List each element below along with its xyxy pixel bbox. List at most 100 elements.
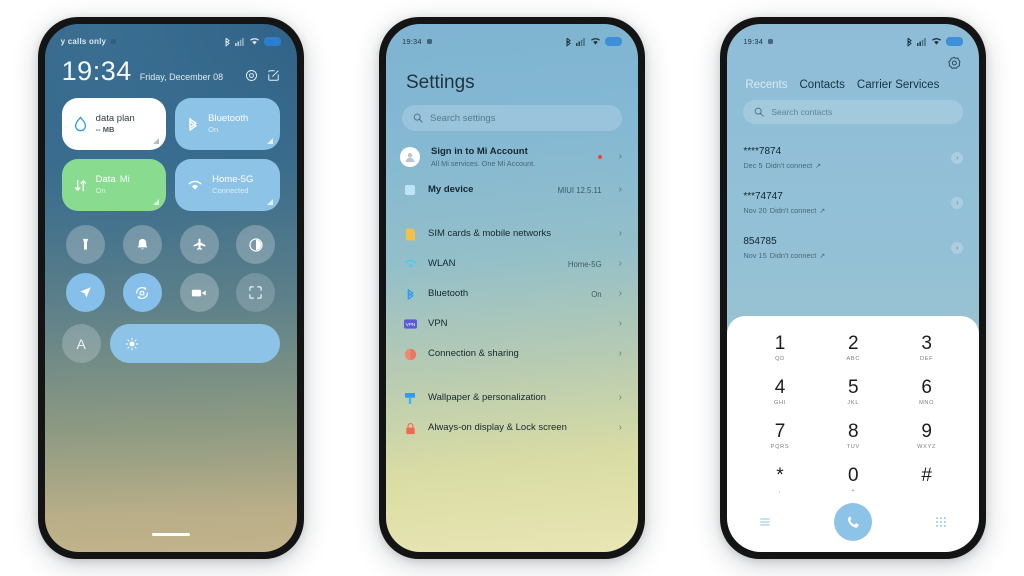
phone3-screen: 19:34 Recents Contacts Carrier Services … <box>727 24 980 552</box>
tile-data-plan[interactable]: data plan -- MB <box>61 98 167 150</box>
phone2-status-bar: 19:34 <box>386 24 638 50</box>
search-contacts-input[interactable]: Search contacts <box>743 100 964 124</box>
dialpad-key-1[interactable]: 1 QD <box>743 329 816 367</box>
connection-sharing-icon <box>404 348 417 361</box>
toggle-location[interactable] <box>66 273 106 312</box>
call-status: Didn't connect <box>765 161 813 170</box>
call-log-row[interactable]: ****7874 Dec 5 Didn't connect ↗ › <box>743 136 964 181</box>
dialpad-key-4[interactable]: 4 GHI <box>743 373 816 411</box>
signal-icon <box>917 38 927 46</box>
call-log-row[interactable]: ***74747 Nov 20 Didn't connect ↗ › <box>743 181 964 226</box>
key-digit: 1 <box>774 332 786 354</box>
key-letters: , <box>778 487 782 494</box>
battery-icon <box>946 37 964 46</box>
settings-row-wallpaper[interactable]: Wallpaper & personalization › <box>386 383 638 413</box>
dialer-tabs: Recents Contacts Carrier Services <box>727 70 979 91</box>
key-digit: 2 <box>848 332 859 354</box>
tile-mobile-data[interactable]: Data Mi On <box>61 159 167 211</box>
key-digit: 4 <box>774 376 786 398</box>
dialpad-key-5[interactable]: 5 JKL <box>817 373 890 411</box>
toggle-ringtone[interactable] <box>122 225 162 264</box>
tile-expand-corner[interactable] <box>153 199 160 205</box>
tile-expand-corner[interactable] <box>153 138 160 144</box>
chevron-right-icon: › <box>618 348 622 360</box>
ringtone-bell-icon <box>137 238 148 250</box>
status-indicator-dot <box>768 39 774 44</box>
status-time: 19:34 <box>743 37 764 46</box>
key-letters: ABC <box>846 355 861 362</box>
settings-gear-icon[interactable] <box>947 56 961 70</box>
outgoing-call-arrow-icon: ↗ <box>815 162 822 170</box>
screen-recorder-icon <box>191 289 206 296</box>
dialpad-key-7[interactable]: 7 PQRS <box>743 417 816 455</box>
toggle-airplane-mode[interactable] <box>179 225 219 264</box>
toggle-dark-mode[interactable] <box>236 225 276 264</box>
settings-row-mi-account[interactable]: Sign in to Mi Account All Mi services. O… <box>386 139 638 175</box>
tile-title-secondary: Mi <box>119 175 130 186</box>
carrier-label: y calls only <box>60 37 107 46</box>
tile-expand-corner[interactable] <box>266 138 273 144</box>
location-icon <box>80 287 91 298</box>
toggle-auto-rotate[interactable] <box>122 273 162 312</box>
settings-row-my-device[interactable]: My device MIUI 12.5.11 › <box>386 175 638 205</box>
notification-badge <box>597 155 602 160</box>
tab-recents[interactable]: Recents <box>745 79 787 91</box>
phone-settings: 19:34 Settings Search settings Sign in t… <box>378 17 645 559</box>
call-details-button[interactable]: › <box>951 152 964 164</box>
toggle-screen-recorder[interactable] <box>179 273 219 312</box>
phone1-screen: y calls only 19:34 Friday, December 08 d… <box>44 24 297 552</box>
call-log-list-icon[interactable] <box>759 516 771 528</box>
row-sublabel: All Mi services. One Mi Account. <box>430 158 536 168</box>
sim-card-icon <box>404 228 417 241</box>
edit-icon[interactable] <box>267 69 280 82</box>
wallpaper-icon <box>404 392 417 405</box>
dialpad-key-hash[interactable]: # <box>890 461 963 499</box>
dialpad-key-8[interactable]: 8 TUV <box>817 417 890 455</box>
tile-bluetooth[interactable]: Bluetooth On <box>175 98 280 150</box>
lock-clock-row: 19:34 Friday, December 08 <box>45 50 297 85</box>
key-letters: GHI <box>773 399 786 406</box>
dialpad-key-2[interactable]: 2 ABC <box>817 329 890 367</box>
key-digit: 9 <box>921 420 932 442</box>
call-log-row[interactable]: 854785 Nov 15 Didn't connect ↗ › <box>743 226 964 271</box>
search-settings-input[interactable]: Search settings <box>401 105 622 131</box>
settings-list: Sign in to Mi Account All Mi services. O… <box>386 131 638 443</box>
wifi-icon <box>404 258 417 271</box>
settings-row-vpn[interactable]: VPN VPN › <box>386 309 638 339</box>
settings-row-wlan[interactable]: WLAN Home-5G › <box>386 249 638 279</box>
key-letters: PQRS <box>770 443 790 450</box>
home-indicator[interactable] <box>151 533 190 536</box>
keypad-icon[interactable] <box>935 516 947 528</box>
tab-contacts[interactable]: Contacts <box>800 79 845 91</box>
signal-icon <box>234 38 244 46</box>
search-icon <box>754 107 764 117</box>
dialer-settings-row <box>727 50 979 70</box>
settings-row-bluetooth[interactable]: Bluetooth On › <box>386 279 638 309</box>
brightness-slider[interactable] <box>109 324 280 363</box>
font-size-button[interactable]: A <box>61 324 101 363</box>
dialpad-key-9[interactable]: 9 WXYZ <box>890 417 963 455</box>
tile-wifi[interactable]: Home-5G Connected <box>175 159 280 211</box>
row-value: MIUI 12.5.11 <box>557 185 602 195</box>
toggle-screenshot[interactable] <box>236 273 276 312</box>
chevron-right-icon: › <box>618 422 622 434</box>
call-details-button[interactable]: › <box>951 242 964 254</box>
tab-carrier-services[interactable]: Carrier Services <box>857 79 939 91</box>
dialpad-key-0[interactable]: 0 + <box>817 461 890 499</box>
dialpad-key-star[interactable]: * , <box>743 461 816 499</box>
settings-row-lock-screen[interactable]: Always-on display & Lock screen › <box>386 413 638 443</box>
settings-gear-icon[interactable] <box>245 69 258 82</box>
chevron-right-icon: › <box>618 151 622 163</box>
settings-row-sim-cards[interactable]: SIM cards & mobile networks › <box>386 219 638 249</box>
dialpad-key-6[interactable]: 6 MNO <box>890 373 963 411</box>
call-button[interactable] <box>834 503 873 541</box>
recent-calls-list: ****7874 Dec 5 Didn't connect ↗ › ***747… <box>727 124 979 271</box>
call-details-button[interactable]: › <box>951 197 964 209</box>
tile-expand-corner[interactable] <box>266 199 273 205</box>
bluetooth-icon <box>566 37 571 47</box>
dialpad-key-3[interactable]: 3 DEF <box>890 329 963 367</box>
toggle-flashlight[interactable] <box>66 225 106 264</box>
lock-icon <box>404 422 417 435</box>
settings-row-connection-sharing[interactable]: Connection & sharing › <box>386 339 638 369</box>
water-drop-icon <box>74 116 87 132</box>
